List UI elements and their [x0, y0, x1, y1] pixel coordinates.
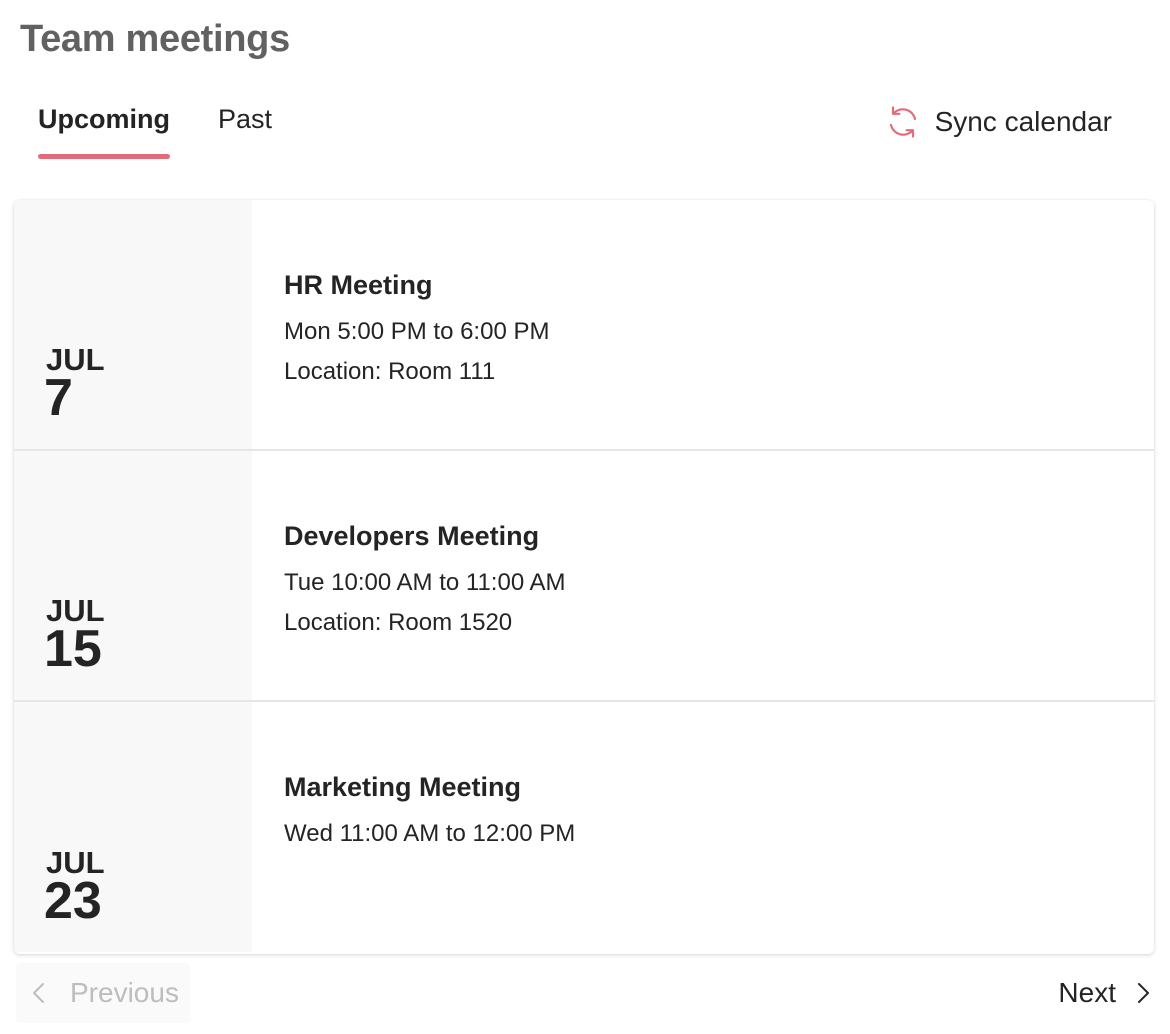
meeting-time: Wed 11:00 AM to 12:00 PM — [284, 820, 576, 847]
sync-calendar-label: Sync calendar — [934, 106, 1112, 137]
chevron-right-icon — [1138, 983, 1149, 1003]
meeting-date: JUL 23 — [14, 702, 252, 952]
meeting-title: HR Meeting — [284, 270, 433, 300]
page-title: Team meetings — [20, 18, 290, 60]
meeting-time: Tue 10:00 AM to 11:00 AM — [284, 569, 566, 596]
sync-calendar-button[interactable]: Sync calendar — [885, 104, 1112, 140]
meeting-item[interactable]: JUL 15 Developers Meeting Tue 10:00 AM t… — [14, 451, 1154, 702]
meeting-title: Developers Meeting — [284, 521, 540, 551]
previous-button[interactable]: Previous — [16, 963, 190, 1023]
tab-upcoming[interactable]: Upcoming — [38, 104, 170, 159]
meeting-details: HR Meeting Mon 5:00 PM to 6:00 PM Locati… — [252, 200, 1154, 449]
meeting-time: Mon 5:00 PM to 6:00 PM — [284, 318, 550, 345]
next-label: Next — [1058, 977, 1116, 1008]
chevron-left-icon — [33, 983, 44, 1003]
meeting-date: JUL 15 — [14, 451, 252, 700]
meeting-item[interactable]: JUL 23 Marketing Meeting Wed 11:00 AM to… — [14, 702, 1154, 952]
meeting-day: 15 — [44, 620, 102, 678]
tab-past[interactable]: Past — [218, 104, 272, 159]
meeting-details: Developers Meeting Tue 10:00 AM to 11:00… — [252, 451, 1154, 700]
meeting-day: 23 — [44, 872, 102, 930]
next-button[interactable]: Next — [1058, 963, 1152, 1023]
meeting-item[interactable]: JUL 7 HR Meeting Mon 5:00 PM to 6:00 PM … — [14, 200, 1154, 451]
meeting-location: Location: Room 1520 — [284, 609, 513, 636]
meeting-title: Marketing Meeting — [284, 772, 522, 802]
meeting-day: 7 — [44, 369, 73, 427]
meeting-location: Location: Room 111 — [284, 358, 496, 385]
previous-label: Previous — [70, 977, 179, 1008]
meeting-date: JUL 7 — [14, 200, 252, 449]
meetings-list: JUL 7 HR Meeting Mon 5:00 PM to 6:00 PM … — [14, 200, 1154, 954]
meeting-details: Marketing Meeting Wed 11:00 AM to 12:00 … — [252, 702, 1154, 952]
tab-list: Upcoming Past — [38, 104, 272, 159]
sync-icon — [889, 106, 916, 138]
